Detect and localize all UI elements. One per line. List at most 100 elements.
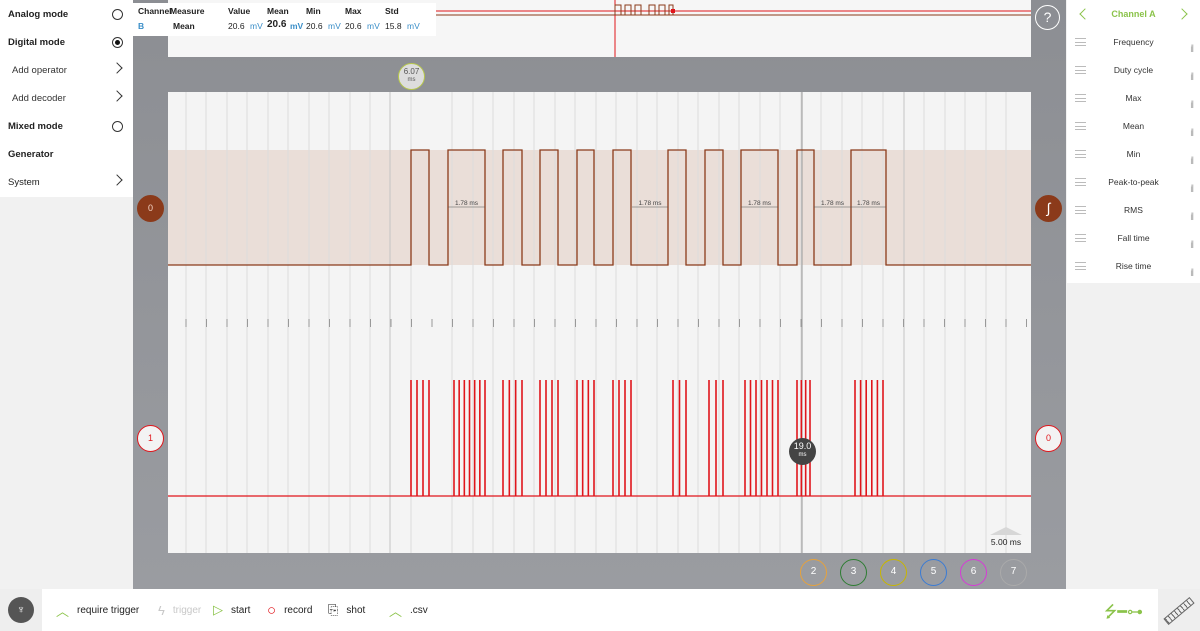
chevron-up-icon: ︿ — [389, 603, 403, 619]
radio-icon[interactable] — [112, 37, 123, 48]
time-marker-unit: ms — [798, 452, 807, 458]
cell-value: 20.6 — [228, 21, 245, 31]
measure-list: Frequency ılıl Duty cycle ılıl Max ılıl Mean ıl… — [1067, 28, 1200, 280]
table-row[interactable]: B Mean 20.6 mV 20.6 mV 20.6 mV 20.6 mV 1… — [133, 19, 436, 32]
drag-handle-icon[interactable] — [1075, 94, 1086, 102]
menu-item-digital-mode[interactable]: Digital mode — [0, 28, 133, 56]
bottom-toolbar: ♆ ︿ require trigger ϟ trigger ▷ start ○ … — [0, 589, 1200, 631]
menu-item-label: System — [8, 176, 40, 188]
record-button[interactable]: ○ record — [267, 589, 312, 631]
csv-button[interactable]: ︿ .csv — [389, 589, 428, 631]
radio-icon[interactable] — [112, 9, 123, 20]
measure-item-min[interactable]: Min ılıl — [1067, 140, 1200, 168]
menu-item-generator[interactable]: Generator — [0, 140, 133, 168]
trigger-edge-icon[interactable]: ∫ — [1035, 195, 1062, 222]
cell-measure: Mean — [173, 21, 195, 31]
menu-item-label: Analog mode — [8, 8, 69, 20]
pulse-width-label: 1.78 ms — [638, 200, 662, 207]
chevron-right-icon[interactable] — [1176, 8, 1188, 20]
table-header: Channel Measure Value Mean Min Max Std — [133, 5, 436, 17]
drag-handle-icon[interactable] — [1075, 234, 1086, 242]
header-value: Value — [228, 6, 251, 16]
timebase-up-icon[interactable] — [990, 527, 1022, 535]
chevron-up-icon: ︿ — [56, 603, 70, 619]
timebase-control[interactable]: 5.00 ms — [985, 527, 1027, 551]
chevron-right-icon — [111, 62, 123, 74]
measure-item-fall-time[interactable]: Fall time ılıl — [1067, 224, 1200, 252]
header-mean: Mean — [267, 6, 289, 16]
drag-handle-icon[interactable] — [1075, 66, 1086, 74]
require-trigger-toggle[interactable]: ︿ require trigger — [56, 589, 139, 631]
start-button[interactable]: ▷ start — [213, 589, 250, 631]
camera-icon: ⎘ — [328, 602, 339, 617]
cell-max-unit: mV — [367, 21, 380, 31]
drag-handle-icon[interactable] — [1075, 262, 1086, 270]
menu-item-label: Mixed mode — [8, 120, 63, 132]
pulse-width-label: 1.78 ms — [748, 200, 772, 207]
measure-item-label: RMS — [1124, 205, 1143, 215]
channel1-offset-handle[interactable]: 1 — [137, 425, 164, 452]
channel-button-2[interactable]: 2 — [800, 559, 827, 586]
radio-icon[interactable] — [112, 121, 123, 132]
drag-handle-icon[interactable] — [1075, 178, 1086, 186]
measure-item-mean[interactable]: Mean ılıl — [1067, 112, 1200, 140]
channel-selector[interactable]: Channel A — [1067, 0, 1200, 28]
drag-handle-icon[interactable] — [1075, 150, 1086, 158]
channel-button-3[interactable]: 3 — [840, 559, 867, 586]
cell-channel: B — [138, 21, 145, 31]
channel1-trigger-handle[interactable]: 0 — [1035, 425, 1062, 452]
measurement-panel: Channel A Frequency ılıl Duty cycle ılıl Max… — [1067, 0, 1200, 283]
measure-item-max[interactable]: Max ılıl — [1067, 84, 1200, 112]
cell-std: 15.8 — [385, 21, 402, 31]
csv-label: .csv — [410, 604, 428, 616]
menu-item-add-operator[interactable]: Add operator — [0, 56, 133, 84]
channel-button-6[interactable]: 6 — [960, 559, 987, 586]
help-button[interactable]: ? — [1035, 5, 1060, 30]
drag-handle-icon[interactable] — [1075, 38, 1086, 46]
measure-item-frequency[interactable]: Frequency ılıl — [1067, 28, 1200, 56]
waveform-icon: ılıl — [1190, 268, 1194, 279]
ruler-icon[interactable] — [1158, 589, 1200, 631]
waveform-plot[interactable]: 1.78 ms 1.78 ms 1.78 ms 1.78 ms 1.78 ms — [168, 92, 1031, 553]
channel0-offset-handle[interactable]: 0 — [137, 195, 164, 222]
measure-item-rms[interactable]: RMS ılıl — [1067, 196, 1200, 224]
pulse-width-label: 1.78 ms — [857, 200, 881, 207]
channel-button-7[interactable]: 7 — [1000, 559, 1027, 586]
channel-button-4[interactable]: 4 — [880, 559, 907, 586]
menu-item-analog-mode[interactable]: Analog mode — [0, 0, 133, 28]
measure-item-rise-time[interactable]: Rise time ılıl — [1067, 252, 1200, 280]
lightning-icon: ϟ — [158, 602, 165, 618]
cell-std-unit: mV — [407, 21, 420, 31]
menu-item-add-decoder[interactable]: Add decoder — [0, 84, 133, 112]
drag-handle-icon[interactable] — [1075, 122, 1086, 130]
menu-item-label: Add operator — [12, 64, 67, 76]
mode-menu: Analog mode Digital mode Add operator Add d… — [0, 0, 133, 197]
menu-item-mixed-mode[interactable]: Mixed mode — [0, 112, 133, 140]
header-channel: Channel — [138, 6, 172, 16]
trigger-button[interactable]: ϟ trigger — [158, 589, 201, 631]
cursor-time-handle[interactable]: 6.07 ms — [398, 63, 425, 90]
require-trigger-label: require trigger — [77, 604, 140, 616]
measure-item-label: Max — [1125, 93, 1142, 103]
shot-button[interactable]: ⎘ shot — [328, 589, 365, 631]
pulse-width-label: 1.78 ms — [455, 200, 479, 207]
menu-item-label: Add decoder — [12, 92, 66, 104]
channel-button-5[interactable]: 5 — [920, 559, 947, 586]
menu-item-system[interactable]: System — [0, 168, 133, 196]
menu-item-label: Digital mode — [8, 36, 66, 48]
measure-item-label: Min — [1126, 149, 1141, 159]
cell-min: 20.6 — [306, 21, 323, 31]
cell-mean: 20.6 — [267, 19, 287, 30]
app-logo[interactable]: ♆ — [0, 589, 42, 631]
waveform-canvas: 1.78 ms 1.78 ms 1.78 ms 1.78 ms 1.78 ms — [168, 92, 1031, 553]
usb-icon[interactable]: ⭍━⊶ — [1104, 601, 1143, 628]
chevron-left-icon[interactable] — [1079, 8, 1091, 20]
measure-item-label: Rise time — [1115, 261, 1152, 271]
measure-item-peak-to-peak[interactable]: Peak-to-peak ılıl — [1067, 168, 1200, 196]
drag-handle-icon[interactable] — [1075, 206, 1086, 214]
time-cursor-marker[interactable]: 19.0 ms — [789, 438, 816, 465]
measure-item-duty-cycle[interactable]: Duty cycle ılıl — [1067, 56, 1200, 84]
cell-max: 20.6 — [345, 21, 362, 31]
ruler-shape — [1163, 597, 1195, 625]
cell-value-unit: mV — [250, 21, 263, 31]
